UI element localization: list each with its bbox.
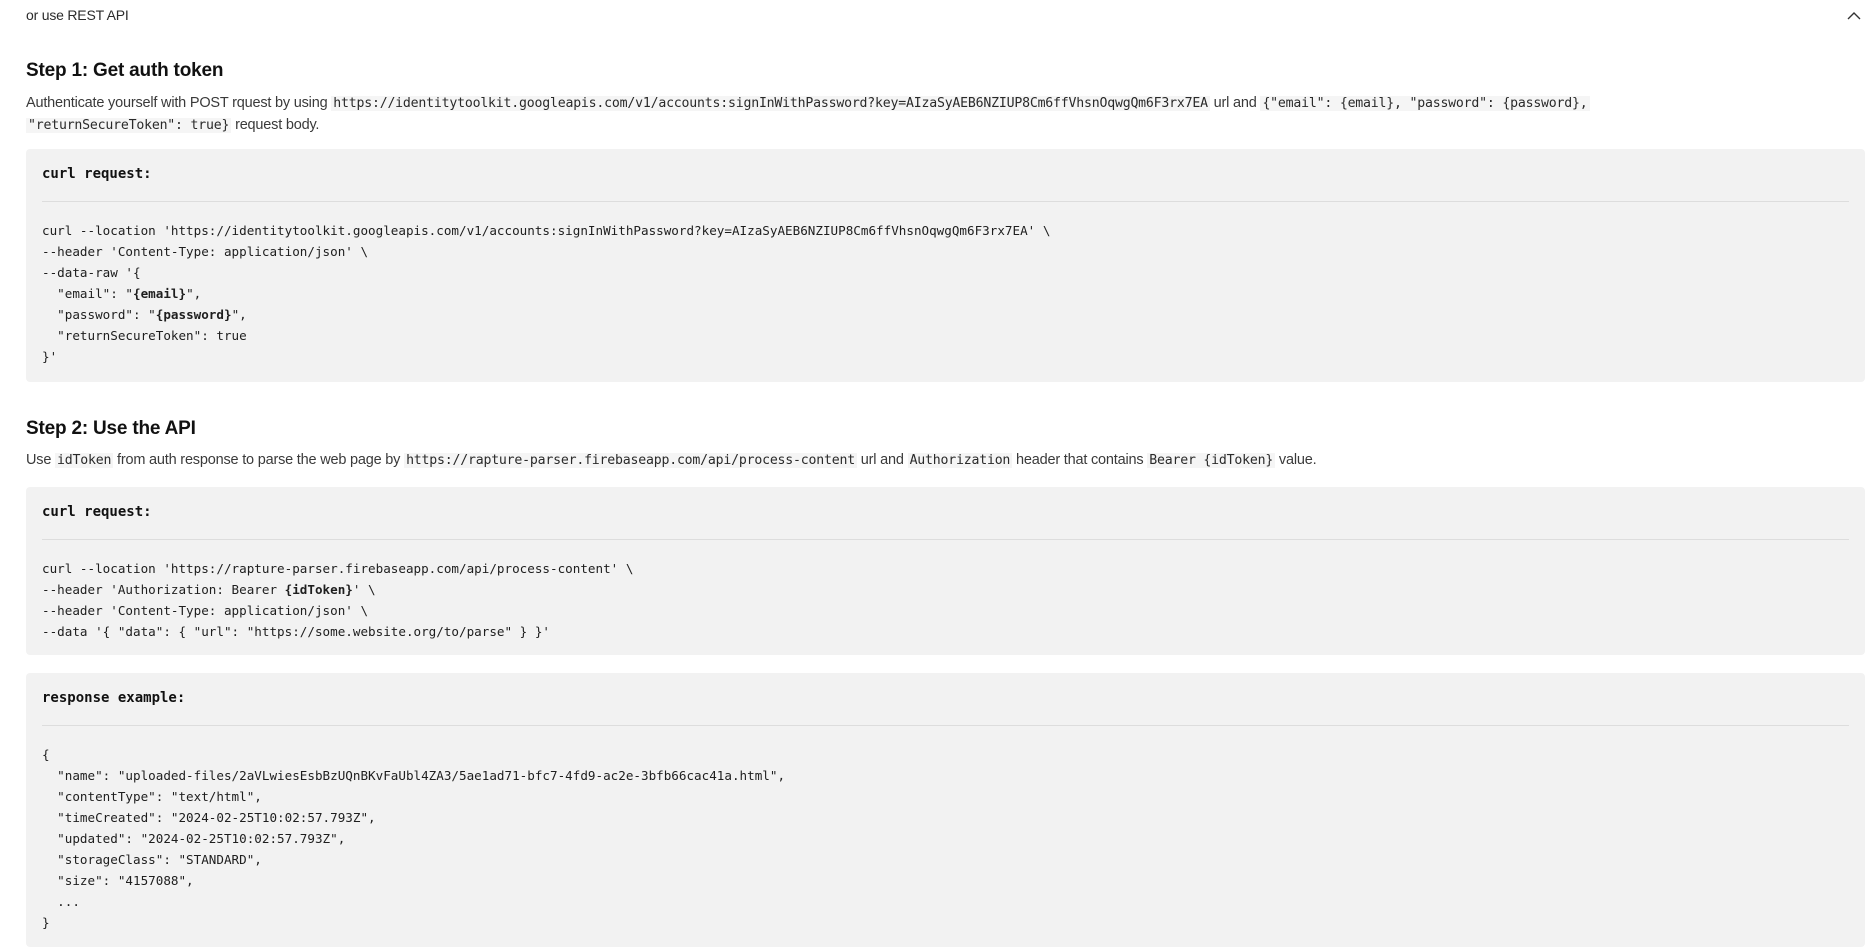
code-text: --header 'Content-Type: application/json… (42, 603, 369, 618)
code-line: "contentType": "text/html", (42, 786, 785, 807)
code-text: --header 'Content-Type: application/json… (42, 244, 369, 259)
code-line: } (42, 912, 785, 933)
step2-desc-text: value. (1275, 452, 1317, 468)
step2-header-name: Authorization (907, 453, 1013, 468)
code-text: "timeCreated": "2024-02-25T10:02:57.793Z… (42, 810, 376, 825)
step2-token: idToken (55, 453, 114, 468)
step2-code-block: curl request: curl --location 'https://r… (26, 487, 1865, 655)
chevron-up-icon[interactable] (1844, 5, 1864, 25)
code-line: --data '{ "data": { "url": "https://some… (42, 621, 633, 642)
step1-desc-text: Authenticate yourself with POST rquest b… (26, 95, 332, 111)
code-lines: curl --location 'https://identitytoolkit… (42, 220, 1050, 367)
code-line: "timeCreated": "2024-02-25T10:02:57.793Z… (42, 807, 785, 828)
rest-api-accordion-header[interactable]: or use REST API (26, 4, 1866, 26)
code-text: "contentType": "text/html", (42, 789, 262, 804)
code-line: }' (42, 346, 1050, 367)
code-text: "storageClass": "STANDARD", (42, 852, 262, 867)
code-text: ' \ (352, 582, 376, 597)
code-label: curl request: (42, 166, 152, 182)
step1-code-block: curl request: curl --location 'https://i… (26, 149, 1865, 382)
code-text: --data '{ "data": { "url": "https://some… (42, 624, 550, 639)
code-line: "updated": "2024-02-25T10:02:57.793Z", (42, 828, 785, 849)
step2-heading: Step 2: Use the API (26, 418, 196, 439)
step1-desc-text: request body. (231, 116, 320, 133)
step2-desc-text: header that contains (1012, 452, 1148, 468)
step2-desc-text: url and (856, 452, 908, 468)
code-placeholder: {idToken} (284, 582, 353, 597)
code-text: "email": " (42, 286, 133, 301)
code-text: ... (42, 894, 80, 909)
step2-header-value: Bearer {idToken} (1147, 453, 1276, 468)
code-line: "name": "uploaded-files/2aVLwiesEsbBzUQn… (42, 765, 785, 786)
code-text: ", (231, 307, 247, 322)
code-line: "returnSecureToken": true (42, 325, 1050, 346)
code-label: curl request: (42, 504, 152, 520)
step1-body-json: "returnSecureToken": true} (26, 117, 232, 133)
code-divider (42, 539, 1849, 540)
code-text: "name": "uploaded-files/2aVLwiesEsbBzUQn… (42, 768, 786, 783)
code-text: "updated": "2024-02-25T10:02:57.793Z", (42, 831, 346, 846)
step2-description: Use idToken from auth response to parse … (26, 450, 1856, 472)
code-text: "password": " (42, 307, 156, 322)
step1-body-json: {"email": {email}, "password": {password… (1260, 96, 1590, 111)
code-text: ", (186, 286, 202, 301)
code-line: "password": "{password}", (42, 304, 1050, 325)
step2-desc-text: from auth response to parse the web page… (113, 452, 405, 468)
code-lines: { "name": "uploaded-files/2aVLwiesEsbBzU… (42, 744, 785, 933)
step2-desc-text: Use (26, 452, 56, 468)
code-line: curl --location 'https://rapture-parser.… (42, 558, 633, 579)
code-line: --header 'Content-Type: application/json… (42, 241, 1050, 262)
code-text: "returnSecureToken": true (42, 328, 247, 343)
code-line: "size": "4157088", (42, 870, 785, 891)
code-lines: curl --location 'https://rapture-parser.… (42, 558, 633, 642)
code-divider (42, 725, 1849, 726)
code-text: } (42, 915, 50, 930)
code-line: --header 'Content-Type: application/json… (42, 600, 633, 621)
code-text: { (42, 747, 50, 762)
code-label: response example: (42, 690, 186, 706)
code-text: "size": "4157088", (42, 873, 194, 888)
code-text: curl --location 'https://rapture-parser.… (42, 561, 634, 576)
code-text: curl --location 'https://identitytoolkit… (42, 223, 1051, 238)
code-text: --header 'Authorization: Bearer (42, 582, 285, 597)
code-line: { (42, 744, 785, 765)
step1-heading: Step 1: Get auth token (26, 60, 224, 81)
code-line: --header 'Authorization: Bearer {idToken… (42, 579, 633, 600)
code-line: "storageClass": "STANDARD", (42, 849, 785, 870)
code-placeholder: {password} (155, 307, 232, 322)
code-line: "email": "{email}", (42, 283, 1050, 304)
code-text: --data-raw '{ (42, 265, 141, 280)
step2-url: https://rapture-parser.firebaseapp.com/a… (404, 453, 857, 468)
code-line: --data-raw '{ (42, 262, 1050, 283)
accordion-title: or use REST API (26, 7, 129, 23)
rest-api-page: or use REST API Step 1: Get auth token A… (0, 0, 1870, 948)
code-line: curl --location 'https://identitytoolkit… (42, 220, 1050, 241)
step1-desc-text: url and (1209, 95, 1261, 111)
code-placeholder: {email} (133, 286, 187, 301)
step1-description: Authenticate yourself with POST rquest b… (26, 93, 1856, 136)
code-divider (42, 201, 1849, 202)
code-text: }' (42, 349, 58, 364)
step1-url: https://identitytoolkit.googleapis.com/v… (331, 96, 1210, 111)
code-line: ... (42, 891, 785, 912)
response-example-block: response example: { "name": "uploaded-fi… (26, 673, 1865, 947)
